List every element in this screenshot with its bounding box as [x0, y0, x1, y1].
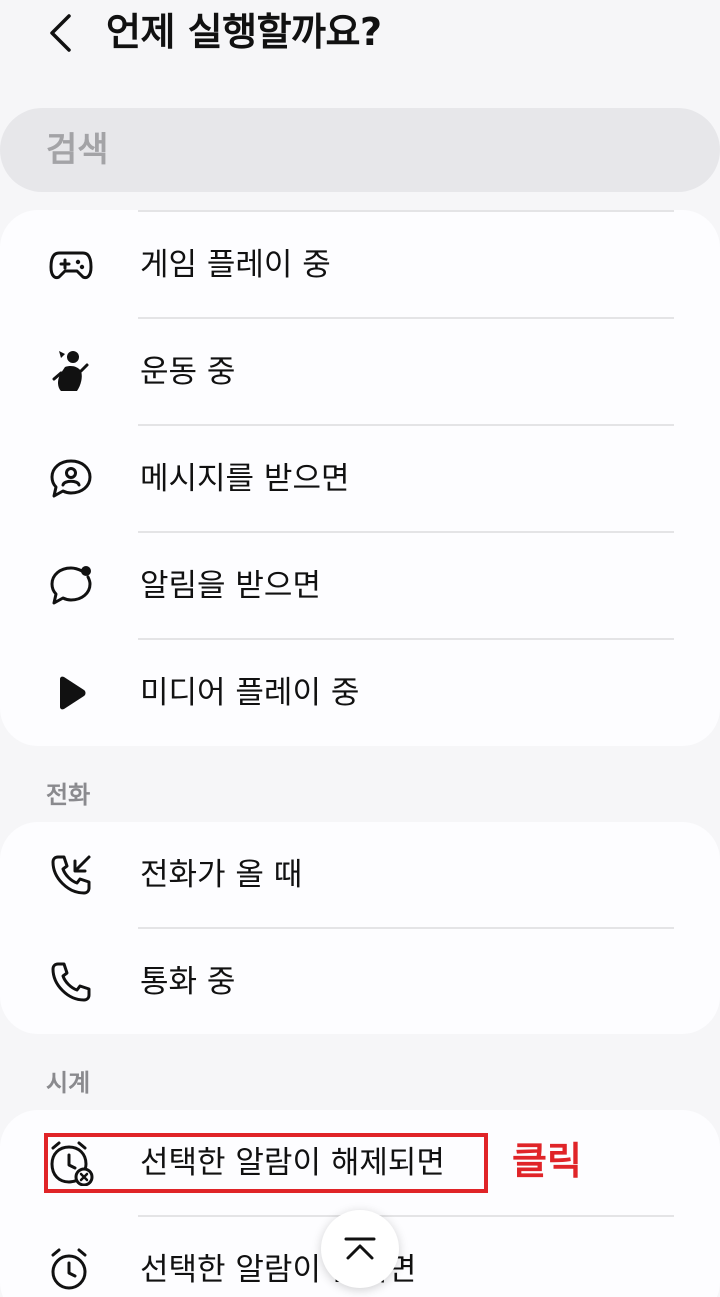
list-item-message[interactable]: 메시지를 받으면	[0, 426, 720, 533]
scroll-to-top-icon	[344, 1237, 376, 1260]
list-item-label: 운동 중	[140, 354, 236, 390]
running-person-icon	[46, 347, 96, 397]
search-bar[interactable]: 검색	[0, 108, 720, 192]
back-button[interactable]	[40, 8, 80, 58]
message-person-icon	[46, 454, 96, 504]
section-title-clock: 시계	[46, 1069, 91, 1097]
list-item-label: 미디어 플레이 중	[140, 675, 360, 711]
list-item-game[interactable]: 게임 플레이 중	[0, 212, 720, 319]
chevron-left-icon	[50, 14, 71, 52]
gamepad-icon	[46, 240, 96, 290]
phone-icon	[46, 957, 96, 1007]
search-placeholder: 검색	[46, 130, 109, 170]
list-item-label: 전화가 올 때	[140, 857, 303, 893]
phone-conditions-card: 전화가 올 때 통화 중	[0, 822, 720, 1034]
play-icon	[46, 668, 96, 718]
list-item-label: 게임 플레이 중	[140, 247, 331, 283]
page-title: 언제 실행할까요?	[106, 10, 382, 54]
header: 언제 실행할까요?	[0, 0, 720, 70]
list-item-in-call[interactable]: 통화 중	[0, 929, 720, 1034]
highlight-box	[44, 1133, 488, 1193]
list-item-exercise[interactable]: 운동 중	[0, 319, 720, 426]
list-item-label: 알림을 받으면	[140, 568, 321, 604]
list-item-incoming-call[interactable]: 전화가 올 때	[0, 822, 720, 929]
alarm-clock-icon	[46, 1245, 96, 1295]
list-item-media[interactable]: 미디어 플레이 중	[0, 640, 720, 746]
general-conditions-card: 게임 플레이 중 운동 중 메시지를 받으면 알림을 받으면 미디어 플레이 중	[0, 210, 720, 746]
list-item-label: 통화 중	[140, 964, 236, 1000]
list-item-notification[interactable]: 알림을 받으면	[0, 533, 720, 640]
scroll-to-top-button[interactable]	[321, 1210, 399, 1288]
section-title-phone: 전화	[46, 781, 91, 809]
list-item-label: 메시지를 받으면	[140, 461, 350, 497]
incoming-call-icon	[46, 850, 96, 900]
notification-bubble-icon	[46, 561, 96, 611]
click-annotation: 클릭	[512, 1139, 582, 1183]
